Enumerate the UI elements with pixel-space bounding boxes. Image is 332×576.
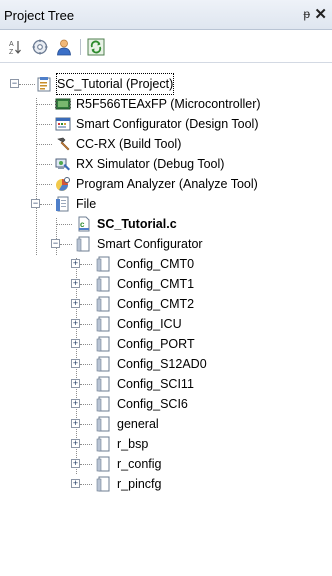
folder-label: Config_PORT <box>117 337 195 351</box>
tree-item-config-folder[interactable]: + Config_CMT0 <box>0 254 332 274</box>
close-icon[interactable]: ✕ <box>314 5 327 23</box>
folder-icon <box>96 376 110 392</box>
tree-item-project[interactable]: − SC_Tutorial (Project) <box>0 73 332 95</box>
expand-toggle[interactable]: + <box>71 279 80 288</box>
c-source-file-icon: c <box>78 216 90 232</box>
smart-configurator-folder-label: Smart Configurator <box>97 237 203 251</box>
folder-label: r_config <box>117 457 162 471</box>
folder-label: general <box>117 417 159 431</box>
tree-item-config-folder[interactable]: + Config_ICU <box>0 314 332 334</box>
folder-label: Config_CMT1 <box>117 277 195 291</box>
tree-item-microcontroller[interactable]: R5F566TEAxFP (Microcontroller) <box>0 94 332 114</box>
expand-toggle[interactable]: + <box>71 339 80 348</box>
folder-label: r_bsp <box>117 437 149 451</box>
project-icon <box>37 77 51 92</box>
expand-toggle[interactable]: + <box>71 259 80 268</box>
properties-icon[interactable] <box>31 38 49 56</box>
tree-item-config-folder[interactable]: + Config_SCI11 <box>0 374 332 394</box>
collapse-toggle[interactable]: − <box>10 79 19 88</box>
collapse-toggle[interactable]: − <box>51 239 60 248</box>
tree-item-config-folder[interactable]: + Config_S12AD0 <box>0 354 332 374</box>
svg-text:A: A <box>9 41 14 48</box>
tree-item-config-folder[interactable]: + r_bsp <box>0 434 332 454</box>
folder-icon <box>96 456 110 472</box>
project-tree: − SC_Tutorial (Project) R5F566TEAxFP (Mi… <box>0 64 332 564</box>
tree-connector <box>19 84 35 85</box>
hammer-icon <box>57 137 70 151</box>
folder-icon <box>76 236 90 252</box>
folder-icon <box>96 476 110 492</box>
sort-az-icon[interactable]: A Z <box>6 38 24 56</box>
tree-item-config-folder[interactable]: + general <box>0 414 332 434</box>
expand-toggle[interactable]: + <box>71 399 80 408</box>
folder-icon <box>96 336 110 352</box>
pin-icon[interactable]: ᵽ <box>303 7 310 21</box>
microcontroller-label: R5F566TEAxFP (Microcontroller) <box>76 97 261 111</box>
tree-item-config-folder[interactable]: + Config_PORT <box>0 334 332 354</box>
user-icon[interactable] <box>55 38 73 56</box>
folder-label: Config_S12AD0 <box>117 357 207 371</box>
panel-title-bar: Project Tree ᵽ ✕ <box>0 0 332 30</box>
folder-label: Config_SCI11 <box>117 377 194 391</box>
folder-label: Config_CMT0 <box>117 257 195 271</box>
microcontroller-chip-icon <box>55 98 71 110</box>
tree-item-smart-configurator-folder[interactable]: − Smart Configurator <box>0 234 332 254</box>
file-folder-label: File <box>76 197 97 211</box>
toolbar-separator <box>80 39 81 55</box>
panel-title: Project Tree <box>4 8 75 23</box>
tree-item-config-folder[interactable]: + Config_CMT2 <box>0 294 332 314</box>
expand-toggle[interactable]: + <box>71 379 80 388</box>
tree-item-file-folder[interactable]: − File <box>0 194 332 214</box>
analyze-tool-label: Program Analyzer (Analyze Tool) <box>76 177 258 191</box>
debugger-icon <box>55 158 70 171</box>
refresh-icon[interactable] <box>87 38 105 56</box>
tree-item-build-tool[interactable]: CC-RX (Build Tool) <box>0 134 332 154</box>
analyzer-icon <box>56 177 70 191</box>
tree-item-config-folder[interactable]: + Config_CMT1 <box>0 274 332 294</box>
expand-toggle[interactable]: + <box>71 359 80 368</box>
build-tool-label: CC-RX (Build Tool) <box>76 137 182 151</box>
folder-label: Config_CMT2 <box>117 297 195 311</box>
folder-icon <box>96 276 110 292</box>
svg-text:Z: Z <box>9 49 14 56</box>
smart-configurator-icon <box>55 117 71 131</box>
expand-toggle[interactable]: + <box>71 479 80 488</box>
debug-tool-label: RX Simulator (Debug Tool) <box>76 157 225 171</box>
folder-icon <box>96 316 110 332</box>
folder-icon <box>96 356 110 372</box>
source-file-label: SC_Tutorial.c <box>97 217 177 231</box>
expand-toggle[interactable]: + <box>71 459 80 468</box>
folder-icon <box>96 256 110 272</box>
folder-label: r_pincfg <box>117 477 162 491</box>
project-tree-toolbar: A Z <box>0 31 332 63</box>
tree-item-analyze-tool[interactable]: Program Analyzer (Analyze Tool) <box>0 174 332 194</box>
collapse-toggle[interactable]: − <box>31 199 40 208</box>
expand-toggle[interactable]: + <box>71 299 80 308</box>
folder-icon <box>96 416 110 432</box>
tree-item-design-tool[interactable]: Smart Configurator (Design Tool) <box>0 114 332 134</box>
tree-item-source-file[interactable]: c SC_Tutorial.c <box>0 214 332 234</box>
expand-toggle[interactable]: + <box>71 319 80 328</box>
expand-toggle[interactable]: + <box>71 439 80 448</box>
folder-label: Config_ICU <box>117 317 182 331</box>
project-label: SC_Tutorial (Project) <box>55 73 175 95</box>
folder-icon <box>96 296 110 312</box>
design-tool-label: Smart Configurator (Design Tool) <box>76 117 259 131</box>
tree-item-debug-tool[interactable]: RX Simulator (Debug Tool) <box>0 154 332 174</box>
tree-item-config-folder[interactable]: + r_config <box>0 454 332 474</box>
tree-item-config-folder[interactable]: + Config_SCI6 <box>0 394 332 414</box>
file-folder-icon <box>56 196 69 212</box>
folder-icon <box>96 396 110 412</box>
folder-icon <box>96 436 110 452</box>
tree-item-config-folder[interactable]: + r_pincfg <box>0 474 332 494</box>
expand-toggle[interactable]: + <box>71 419 80 428</box>
svg-text:c: c <box>80 220 85 229</box>
folder-label: Config_SCI6 <box>117 397 188 411</box>
